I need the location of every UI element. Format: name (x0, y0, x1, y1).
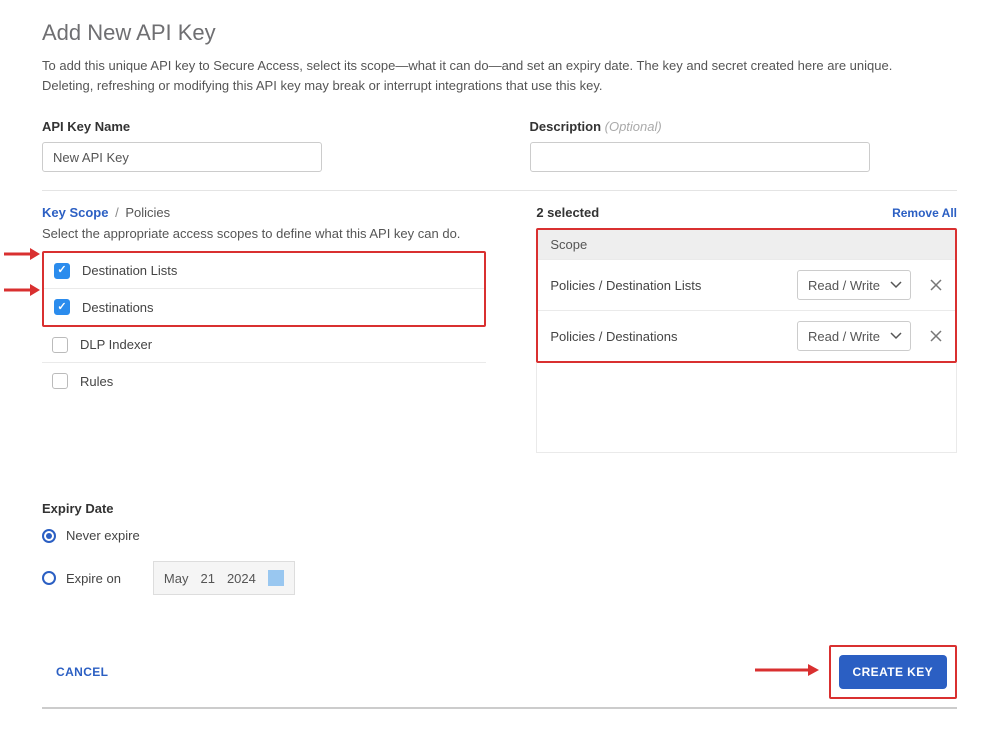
api-key-name-input[interactable] (42, 142, 322, 172)
remove-all-link[interactable]: Remove All (892, 206, 957, 220)
permission-select[interactable]: Read / Write (797, 270, 911, 300)
description-label: Description (Optional) (530, 119, 958, 134)
close-icon (929, 329, 943, 343)
permission-select[interactable]: Read / Write (797, 321, 911, 351)
radio-expire-on-label: Expire on (66, 571, 121, 586)
scope-item-dlp-indexer[interactable]: DLP Indexer (42, 327, 486, 363)
annotation-arrow (4, 246, 40, 262)
selected-row-label: Policies / Destination Lists (550, 278, 701, 293)
breadcrumb: Key Scope / Policies (42, 205, 486, 220)
checkbox-icon[interactable] (54, 263, 70, 279)
selected-row: Policies / Destinations Read / Write (538, 310, 955, 361)
expiry-label: Expiry Date (42, 501, 957, 516)
checkbox-icon[interactable] (52, 337, 68, 353)
breadcrumb-root[interactable]: Key Scope (42, 205, 108, 220)
selected-empty-space (536, 363, 957, 453)
chevron-down-icon (890, 281, 902, 289)
scope-item-rules[interactable]: Rules (42, 363, 486, 399)
radio-never-expire-label: Never expire (66, 528, 140, 543)
expiry-date-picker[interactable]: May 21 2024 (153, 561, 295, 595)
description-input[interactable] (530, 142, 870, 172)
selected-row: Policies / Destination Lists Read / Writ… (538, 259, 955, 310)
annotation-arrow (753, 660, 819, 685)
page-title: Add New API Key (42, 20, 957, 46)
divider (42, 190, 957, 191)
checkbox-icon[interactable] (54, 299, 70, 315)
annotation-arrow (4, 282, 40, 298)
close-icon (929, 278, 943, 292)
breadcrumb-current: Policies (125, 205, 170, 220)
remove-scope-button[interactable] (929, 278, 943, 292)
scope-description: Select the appropriate access scopes to … (42, 226, 486, 241)
checkbox-icon[interactable] (52, 373, 68, 389)
cancel-button[interactable]: CANCEL (42, 665, 108, 679)
remove-scope-button[interactable] (929, 329, 943, 343)
radio-never-expire[interactable] (42, 529, 56, 543)
page-intro: To add this unique API key to Secure Acc… (42, 56, 942, 95)
scope-item-destination-lists[interactable]: Destination Lists (44, 253, 484, 289)
chevron-down-icon (890, 332, 902, 340)
create-key-button[interactable]: CREATE KEY (839, 655, 947, 689)
api-key-name-label: API Key Name (42, 119, 470, 134)
selected-count: 2 selected (536, 205, 599, 220)
scope-item-destinations[interactable]: Destinations (44, 289, 484, 325)
selected-table-header: Scope (538, 230, 955, 259)
calendar-icon (268, 570, 284, 586)
radio-expire-on[interactable] (42, 571, 56, 585)
selected-row-label: Policies / Destinations (550, 329, 677, 344)
